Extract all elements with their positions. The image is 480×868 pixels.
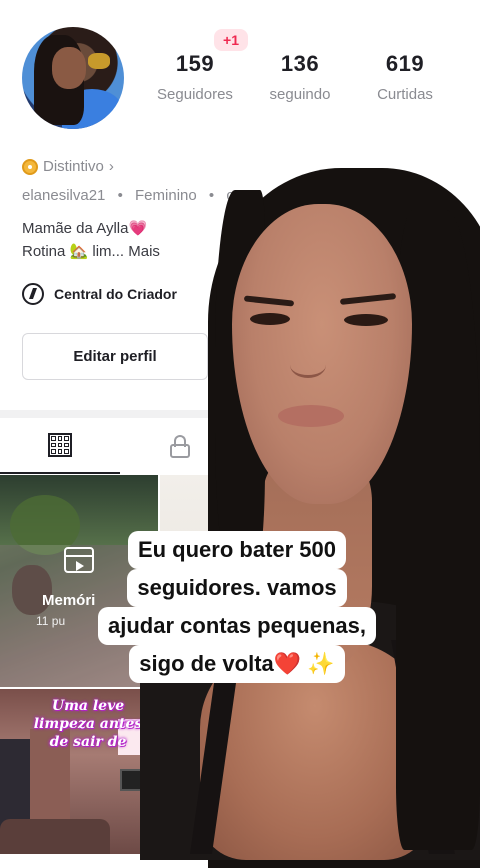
lightning-icon bbox=[22, 283, 44, 305]
heart-icon: ❤️ bbox=[273, 651, 302, 676]
meta-separator: • bbox=[117, 187, 123, 204]
badge-link[interactable]: Distintivo › bbox=[22, 158, 114, 175]
heart-emoji-icon: 💗 bbox=[128, 220, 148, 237]
chevron-right-icon: › bbox=[108, 158, 114, 175]
stat-followers[interactable]: 159 Seguidores bbox=[147, 51, 243, 103]
edit-profile-button[interactable]: Editar perfil bbox=[22, 333, 208, 380]
stat-following[interactable]: 136 seguindo bbox=[252, 51, 348, 103]
caption-text: sigo de volta bbox=[139, 651, 274, 676]
badge-label: Distintivo bbox=[43, 158, 104, 175]
caption-line-1: Eu quero bater 500 bbox=[127, 531, 347, 569]
following-count: 136 bbox=[280, 51, 320, 76]
bio-line-1: Mamãe da Aylla💗 bbox=[22, 217, 160, 240]
likes-label: Curtidas bbox=[377, 86, 433, 103]
video-tile-3[interactable]: Uma leve limpeza antes de sair de bbox=[0, 689, 158, 854]
caption-line-3: ajudar contas pequenas, bbox=[98, 607, 376, 645]
bio-text: Mamãe da Aylla bbox=[22, 220, 129, 237]
profile-bio[interactable]: Mamãe da Aylla💗 Rotina 🏡 lim... Mais bbox=[22, 217, 160, 263]
grid-icon bbox=[48, 433, 72, 457]
avatar-plant bbox=[88, 53, 110, 69]
bio-line-2: Rotina 🏡 lim... Mais bbox=[22, 240, 160, 263]
new-followers-badge: +1 bbox=[214, 29, 248, 51]
lock-icon bbox=[169, 435, 191, 458]
video-caption-text: Uma leve limpeza antes de sair de bbox=[33, 698, 143, 750]
bio-more-link[interactable]: Mais bbox=[128, 243, 160, 260]
profile-avatar[interactable] bbox=[22, 27, 124, 129]
creator-center-link[interactable]: Central do Criador bbox=[22, 283, 177, 305]
meta-separator: • bbox=[208, 187, 215, 204]
followers-count: 159 bbox=[175, 51, 215, 76]
badge-icon bbox=[22, 158, 38, 175]
followers-label: Seguidores bbox=[157, 86, 233, 103]
username: elanesilva21 bbox=[22, 187, 106, 204]
creator-center-label: Central do Criador bbox=[54, 286, 177, 302]
avatar-face bbox=[52, 47, 86, 89]
bio-text: Rotina bbox=[22, 243, 66, 260]
tab-videos[interactable] bbox=[0, 418, 120, 474]
gender: Feminino bbox=[135, 187, 197, 204]
memories-subtitle: 11 pu bbox=[36, 614, 66, 628]
following-label: seguindo bbox=[269, 86, 331, 103]
likes-count: 619 bbox=[385, 51, 425, 76]
stat-likes[interactable]: 619 Curtidas bbox=[357, 51, 453, 103]
house-emoji-icon: 🏡 bbox=[69, 243, 89, 260]
video-caption: Eu quero bater 500 seguidores. vamos aju… bbox=[64, 531, 410, 683]
caption-line-2: seguidores. vamos bbox=[127, 569, 347, 607]
sparkles-icon: ✨ bbox=[307, 651, 335, 676]
caption-line-4: sigo de volta❤️ ✨ bbox=[129, 645, 345, 683]
bio-text: lim... bbox=[88, 243, 125, 260]
